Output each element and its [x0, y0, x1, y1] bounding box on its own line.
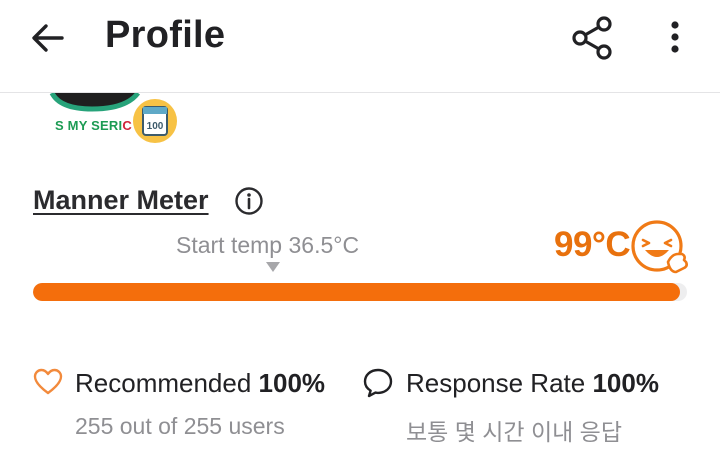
- app-bar: Profile: [0, 0, 720, 93]
- manner-meter-title[interactable]: Manner Meter: [33, 185, 209, 216]
- start-temp-label: Start temp 36.5°C: [176, 232, 360, 258]
- response-rate-label: Response Rate: [406, 368, 586, 398]
- hundred-badge-icon[interactable]: 100: [132, 98, 178, 144]
- badge-text: 100: [147, 121, 164, 132]
- speech-bubble-icon: [363, 368, 393, 398]
- page-title: Profile: [105, 14, 226, 56]
- share-icon[interactable]: [570, 16, 616, 60]
- more-vertical-icon[interactable]: [660, 16, 690, 60]
- response-rate-sub: 보통 몇 시간 이내 응답: [406, 419, 623, 445]
- response-rate-stat: Response Rate 100%: [406, 368, 659, 399]
- manner-temperature-fill: [33, 283, 681, 301]
- response-rate-value: 100%: [592, 368, 659, 398]
- back-arrow-icon[interactable]: [28, 18, 68, 58]
- recommended-stat: Recommended 100%: [75, 368, 325, 399]
- recommended-value: 100%: [258, 368, 326, 398]
- manner-temperature-bar: [33, 283, 687, 301]
- recommended-sub: 255 out of 255 users: [75, 413, 285, 439]
- heart-icon: [33, 368, 63, 395]
- info-icon[interactable]: [234, 186, 264, 216]
- avatar-caption: S MY SERIC: [55, 118, 132, 133]
- recommended-label: Recommended: [75, 368, 252, 398]
- start-temp-marker: [266, 262, 280, 272]
- temperature-value: 99°C: [554, 225, 631, 264]
- happy-face-thumbs-up-icon: [631, 220, 688, 274]
